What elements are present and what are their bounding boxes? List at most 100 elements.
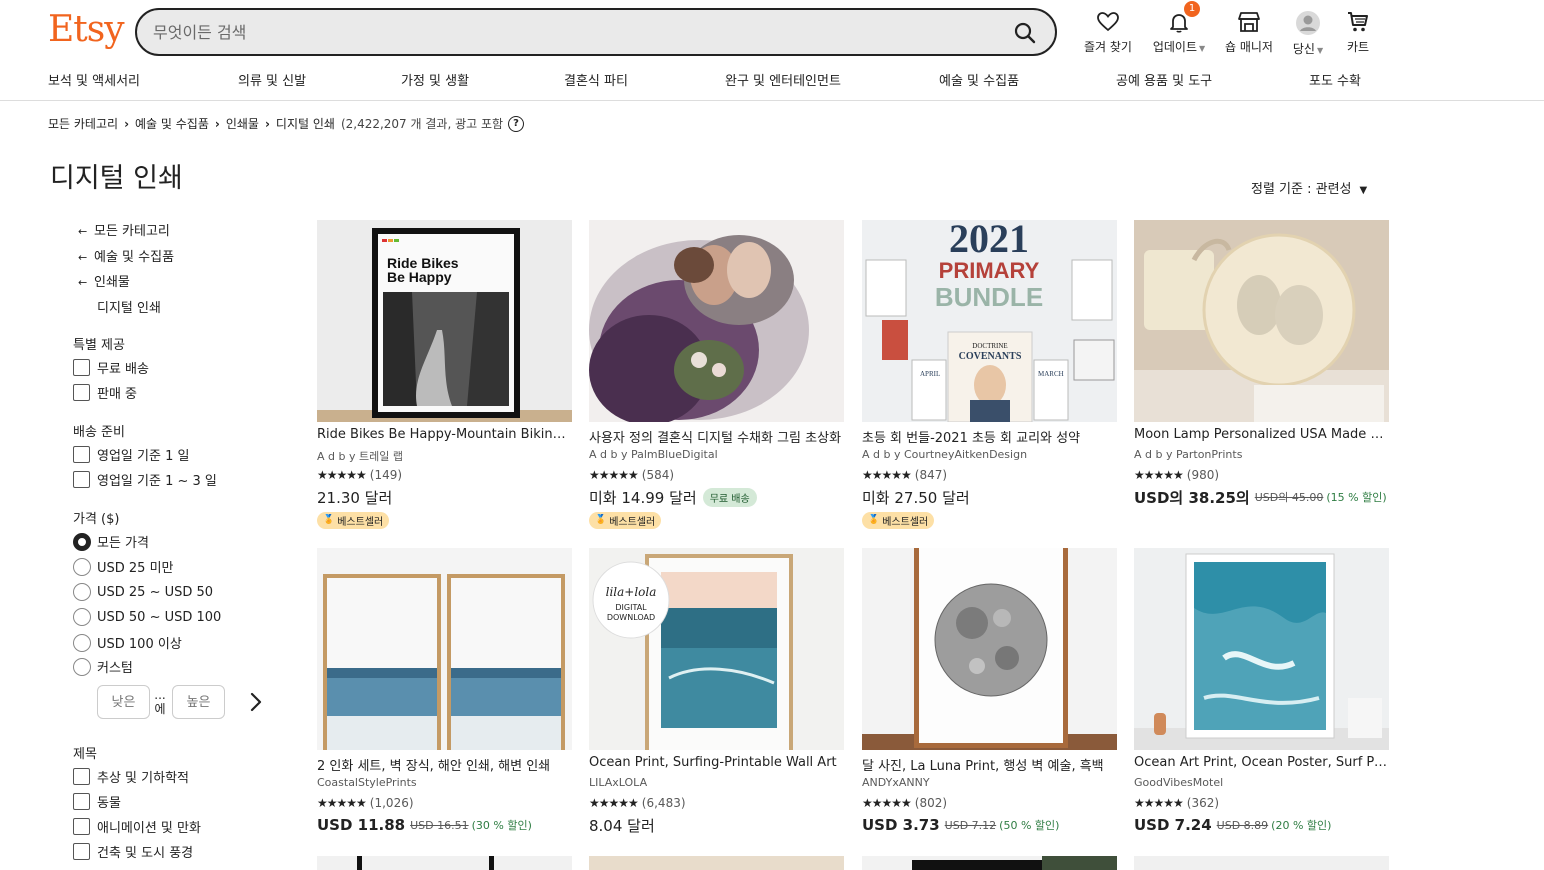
chevron-right-icon[interactable] <box>246 690 266 714</box>
search-input[interactable] <box>153 20 983 44</box>
listing-image[interactable] <box>317 856 572 870</box>
checkbox-architecture[interactable]: 건축 및 도시 풍경 <box>73 842 193 861</box>
radio-button[interactable] <box>73 532 91 551</box>
listing-image[interactable]: lila+lola DIGITAL DOWNLOAD <box>589 548 844 750</box>
cart-button[interactable]: 카트 <box>1342 10 1374 55</box>
listing-image[interactable]: Ride Bikes Be Happy <box>317 220 572 422</box>
radio-button[interactable] <box>73 657 91 676</box>
checkbox-ship-1-3-days[interactable]: 영업일 기준 1 ~ 3 일 <box>73 470 217 489</box>
checkbox[interactable] <box>73 793 90 810</box>
account-button[interactable]: 당신 ▼ <box>1288 10 1328 57</box>
checkbox-label: 동물 <box>97 796 121 811</box>
radio-25-50[interactable]: USD 25 ~ USD 50 <box>73 583 213 601</box>
checkbox-animation[interactable]: 애니메이션 및 만화 <box>73 817 201 836</box>
listing-title[interactable]: Ride Bikes Be Happy-Mountain Biking Post… <box>317 427 572 444</box>
shop-manager-button[interactable]: 숍 매니저 <box>1222 10 1276 55</box>
category-link-all[interactable]: ← 모든 카테고리 <box>78 220 170 239</box>
checkbox[interactable] <box>73 768 90 785</box>
shop-name[interactable]: A d b y CourtneyAitkenDesign <box>862 448 1117 462</box>
shop-name[interactable]: LILAxLOLA <box>589 776 844 790</box>
listing-card[interactable]: Moon Lamp Personalized USA Made Gift A d… <box>1134 220 1389 507</box>
listing-card[interactable]: lila+lola DIGITAL DOWNLOAD Ocean Print, … <box>589 548 844 835</box>
checkbox[interactable] <box>73 818 90 835</box>
review-count: (6,483) <box>641 795 686 810</box>
price-high-input[interactable] <box>172 685 225 719</box>
listing-card[interactable]: 달 사진, La Luna Print, 행성 벽 예술, 흑백 ANDYxAN… <box>862 548 1117 835</box>
listing-title[interactable]: 초등 회 번들-2021 초등 회 교리와 성약 <box>862 427 1117 444</box>
shop-name[interactable]: A d b y 트레일 랩 <box>317 448 572 463</box>
checkbox-animals[interactable]: 동물 <box>73 792 121 811</box>
listing-image[interactable] <box>589 856 844 870</box>
image-text: DOWNLOAD <box>607 613 655 622</box>
shop-name[interactable]: A d b y PartonPrints <box>1134 448 1389 462</box>
price-low-input[interactable] <box>97 685 150 719</box>
radio-button[interactable] <box>73 608 91 626</box>
checkbox-on-sale[interactable]: 판매 중 <box>73 383 137 402</box>
listing-card[interactable]: 2 인화 세트, 벽 장식, 해안 인쇄, 해변 인쇄 CoastalStyle… <box>317 548 572 835</box>
help-icon[interactable]: ? <box>508 115 525 132</box>
nav-item-craft[interactable]: 공예 용품 및 도구 <box>1116 70 1212 89</box>
listing-image[interactable] <box>862 856 1117 870</box>
listing-card[interactable]: 2021 PRIMARY BUNDLE DOCTRINE COVENANTS A… <box>862 220 1117 529</box>
listing-image[interactable] <box>317 548 572 750</box>
listing-title[interactable]: Moon Lamp Personalized USA Made Gift <box>1134 427 1389 444</box>
category-link-prints[interactable]: ← 인쇄물 <box>78 271 130 290</box>
radio-50-100[interactable]: USD 50 ~ USD 100 <box>73 608 221 626</box>
listing-card[interactable]: 사용자 정의 결혼식 디지털 수채화 그림 초상화 A d b y PalmBl… <box>589 220 844 529</box>
listing-title[interactable]: 달 사진, La Luna Print, 행성 벽 예술, 흑백 <box>862 755 1117 772</box>
listing-title[interactable]: Ocean Art Print, Ocean Poster, Surf Prin… <box>1134 755 1389 772</box>
checkbox[interactable] <box>73 384 90 401</box>
breadcrumb-prints[interactable]: 인쇄물 <box>226 115 259 132</box>
listing-title[interactable]: 사용자 정의 결혼식 디지털 수채화 그림 초상화 <box>589 427 844 444</box>
nav-item-wedding[interactable]: 결혼식 파티 <box>564 70 628 89</box>
listing-image[interactable] <box>1134 856 1389 870</box>
radio-button[interactable] <box>73 557 91 576</box>
nav-item-jewelry[interactable]: 보석 및 액세서리 <box>48 70 140 89</box>
radio-button[interactable] <box>73 633 91 652</box>
checkbox[interactable] <box>73 446 90 463</box>
listing-card[interactable]: Ride Bikes Be Happy Ride Bikes Be Happy-… <box>317 220 572 529</box>
shop-name[interactable]: ANDYxANNY <box>862 776 1117 790</box>
shop-icon <box>1238 12 1260 32</box>
radio-button[interactable] <box>73 583 91 601</box>
listing-image[interactable] <box>589 220 844 422</box>
nav-item-toys[interactable]: 완구 및 엔터테인먼트 <box>725 70 841 89</box>
listing-image[interactable] <box>1134 220 1389 422</box>
sort-dropdown[interactable]: 정렬 기준 : 관련성 ▼ <box>1251 178 1367 197</box>
listing-image[interactable] <box>862 548 1117 750</box>
radio-custom[interactable]: 커스텀 <box>73 657 133 676</box>
radio-under-25[interactable]: USD 25 미만 <box>73 557 174 576</box>
updates-button[interactable]: 1 업데이트 ▼ <box>1148 1 1210 55</box>
listing-image[interactable]: 2021 PRIMARY BUNDLE DOCTRINE COVENANTS A… <box>862 220 1117 422</box>
radio-over-100[interactable]: USD 100 이상 <box>73 633 182 652</box>
breadcrumb-art[interactable]: 예술 및 수집품 <box>135 115 209 132</box>
listing-title[interactable]: 2 인화 세트, 벽 장식, 해안 인쇄, 해변 인쇄 <box>317 755 572 772</box>
listing-price: USD 3.73 USD 7.12 (50 % 할인) <box>862 815 1117 835</box>
checkbox[interactable] <box>73 471 90 488</box>
nav-item-home[interactable]: 가정 및 생활 <box>401 70 469 89</box>
breadcrumb-all-categories[interactable]: 모든 카테고리 <box>48 115 118 132</box>
checkbox-label: 영업일 기준 1 ~ 3 일 <box>97 474 217 489</box>
search-icon[interactable] <box>1013 21 1037 45</box>
favorites-button[interactable]: 즐겨 찾기 <box>1082 10 1134 55</box>
listing-title[interactable]: Ocean Print, Surfing-Printable Wall Art <box>589 755 844 772</box>
shop-name[interactable]: GoodVibesMotel <box>1134 776 1389 790</box>
checkbox[interactable] <box>73 843 90 860</box>
listing-image[interactable] <box>1134 548 1389 750</box>
checkbox-abstract[interactable]: 추상 및 기하학적 <box>73 767 189 786</box>
etsy-logo[interactable]: Etsy <box>48 9 125 50</box>
notification-badge: 1 <box>1184 1 1200 17</box>
radio-any-price[interactable]: 모든 가격 <box>73 532 149 551</box>
nav-item-clothing[interactable]: 의류 및 신발 <box>238 70 306 89</box>
nav-item-vintage[interactable]: 포도 수확 <box>1309 70 1361 89</box>
shop-name[interactable]: CoastalStylePrints <box>317 776 572 790</box>
listing-card[interactable]: Ocean Art Print, Ocean Poster, Surf Prin… <box>1134 548 1389 835</box>
star-rating-icon: ★★★★★ <box>1134 467 1184 482</box>
checkbox-free-shipping[interactable]: 무료 배송 <box>73 358 149 377</box>
shop-name[interactable]: A d b y PalmBlueDigital <box>589 448 844 462</box>
checkbox[interactable] <box>73 359 90 376</box>
nav-item-art[interactable]: 예술 및 수집품 <box>939 70 1019 89</box>
checkbox-ship-1-day[interactable]: 영업일 기준 1 일 <box>73 445 189 464</box>
site-header: Etsy 즐겨 찾기 1 업데이트▼ 숍 매니저 당신▼ 카트 보석 및 액세서… <box>0 0 1544 101</box>
category-link-art[interactable]: ← 예술 및 수집품 <box>78 246 174 265</box>
